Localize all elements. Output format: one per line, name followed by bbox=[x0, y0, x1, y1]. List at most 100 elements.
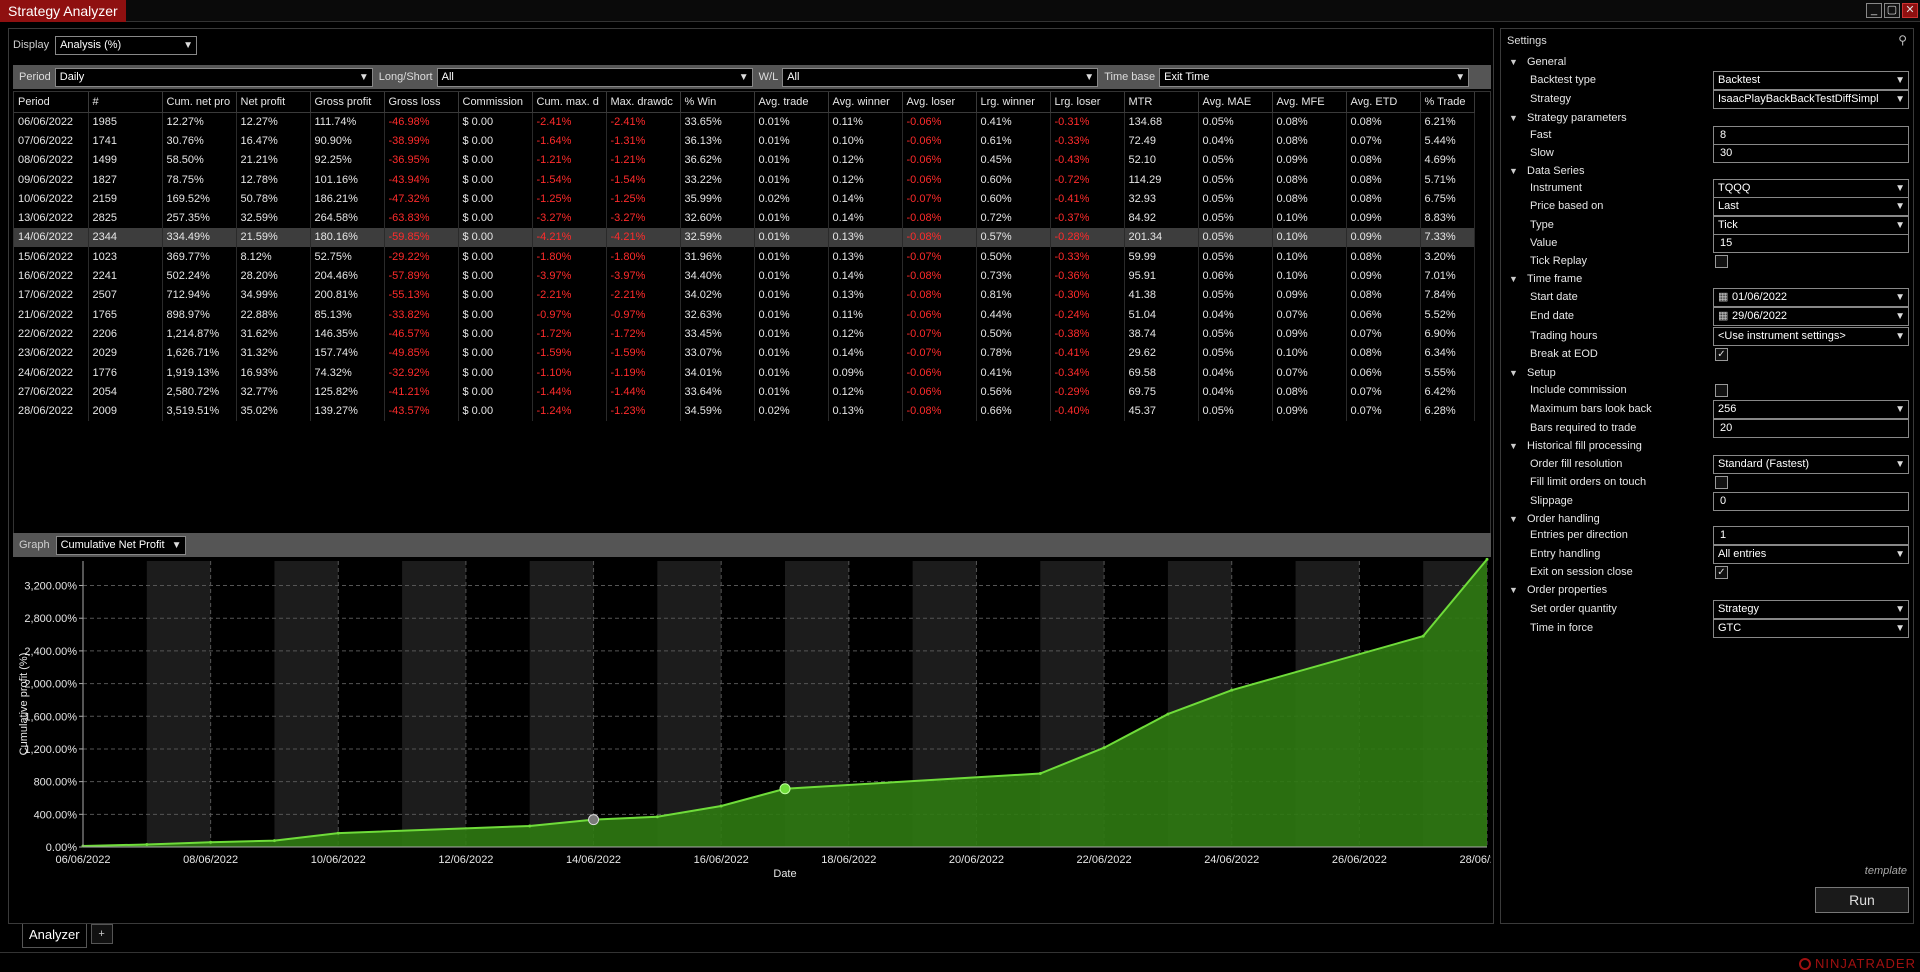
table-row[interactable]: 17/06/2022 2507 712.94% 34.99% 200.81% -55.13… bbox=[14, 285, 1475, 305]
table-row[interactable]: 27/06/2022 2054 2,580.72% 32.77% 125.82% -41.… bbox=[14, 382, 1475, 402]
setting-label: Value bbox=[1530, 237, 1558, 249]
category-label: General bbox=[1527, 56, 1567, 68]
collapse-triangle-icon[interactable]: ▼ bbox=[1509, 113, 1519, 123]
column-header[interactable]: Avg. ETD bbox=[1346, 92, 1421, 113]
setting-label: Type bbox=[1530, 219, 1554, 231]
setting-input[interactable]: 30 bbox=[1713, 144, 1909, 163]
settings-row: Entry handling All entries ▼ bbox=[1501, 545, 1913, 565]
column-header[interactable]: Avg. winner bbox=[828, 92, 903, 113]
settings-row: Type Tick ▼ bbox=[1501, 216, 1913, 236]
data-point bbox=[209, 840, 213, 844]
column-header[interactable]: Net profit bbox=[236, 92, 311, 113]
table-cell: 28.20% bbox=[236, 266, 311, 286]
setting-select[interactable]: Last ▼ bbox=[1713, 197, 1909, 216]
column-header[interactable]: Avg. trade bbox=[754, 92, 829, 113]
date-picker[interactable]: ▦ 01/06/2022 ▼ bbox=[1713, 288, 1909, 307]
column-header[interactable]: Period bbox=[14, 92, 89, 113]
run-button[interactable]: Run bbox=[1815, 887, 1909, 913]
setting-label: Fill limit orders on touch bbox=[1530, 476, 1647, 488]
table-cell: 0.06% bbox=[1198, 266, 1273, 286]
column-header[interactable]: Avg. loser bbox=[902, 92, 977, 113]
minimize-button[interactable]: _ bbox=[1866, 3, 1882, 18]
setting-checkbox[interactable] bbox=[1715, 476, 1728, 489]
table-row[interactable]: 07/06/2022 1741 30.76% 16.47% 90.90% -38.99% $… bbox=[14, 131, 1475, 151]
collapse-triangle-icon[interactable]: ▼ bbox=[1509, 441, 1519, 451]
column-header[interactable]: Gross profit bbox=[310, 92, 385, 113]
column-header[interactable]: Avg. MAE bbox=[1198, 92, 1273, 113]
collapse-triangle-icon[interactable]: ▼ bbox=[1509, 57, 1519, 67]
collapse-triangle-icon[interactable]: ▼ bbox=[1509, 585, 1519, 595]
collapse-triangle-icon[interactable]: ▼ bbox=[1509, 166, 1519, 176]
setting-select[interactable]: GTC ▼ bbox=[1713, 619, 1909, 638]
table-row[interactable]: 13/06/2022 2825 257.35% 32.59% 264.58% -63.83… bbox=[14, 208, 1475, 228]
table-cell: -0.07% bbox=[902, 189, 977, 209]
column-header[interactable]: Cum. net pro bbox=[162, 92, 237, 113]
wl-select[interactable]: All ▼ bbox=[782, 67, 1099, 87]
graph-select[interactable]: Cumulative Net Profit ▼ bbox=[55, 535, 186, 555]
table-row[interactable]: 24/06/2022 1776 1,919.13% 16.93% 74.32% -32.9… bbox=[14, 362, 1475, 383]
table-row[interactable]: 10/06/2022 2159 169.52% 50.78% 186.21% -47.32… bbox=[14, 189, 1475, 209]
setting-select[interactable]: All entries ▼ bbox=[1713, 545, 1909, 564]
table-row[interactable]: 08/06/2022 1499 58.50% 21.21% 92.25% -36.95% $… bbox=[14, 150, 1475, 170]
maximize-button[interactable]: ▢ bbox=[1884, 3, 1900, 18]
column-header[interactable]: Commission bbox=[458, 92, 533, 113]
table-row[interactable]: 09/06/2022 1827 78.75% 12.78% 101.16% -43.94%… bbox=[14, 169, 1475, 190]
graph-value: Cumulative Net Profit bbox=[60, 538, 165, 551]
add-tab-button[interactable]: + bbox=[90, 924, 113, 944]
period-select[interactable]: Daily ▼ bbox=[54, 67, 373, 87]
cumulative-profit-chart[interactable]: 0.00% 400.00% 800.00% 1,200.00% 1,600.00% 2,0… bbox=[13, 557, 1515, 919]
setting-select[interactable]: Tick ▼ bbox=[1713, 216, 1909, 235]
setting-checkbox[interactable]: ✓ bbox=[1715, 566, 1728, 579]
column-header[interactable]: # bbox=[88, 92, 163, 113]
collapse-triangle-icon[interactable]: ▼ bbox=[1509, 514, 1519, 524]
table-row[interactable]: 06/06/2022 1985 12.27% 12.27% 111.74% -46.98%… bbox=[14, 112, 1475, 132]
table-row[interactable]: 22/06/2022 2206 1,214.87% 31.62% 146.35% -46.… bbox=[14, 324, 1475, 344]
settings-category[interactable]: ▼ Order properties bbox=[1501, 581, 1913, 601]
column-header[interactable]: Avg. MFE bbox=[1272, 92, 1347, 113]
setting-checkbox[interactable] bbox=[1715, 255, 1728, 268]
setting-input[interactable]: 8 bbox=[1713, 126, 1909, 145]
close-button[interactable]: ✕ bbox=[1902, 3, 1918, 18]
column-header[interactable]: Gross loss bbox=[384, 92, 459, 113]
setting-checkbox[interactable] bbox=[1715, 384, 1728, 397]
column-header[interactable]: Max. drawdc bbox=[606, 92, 681, 113]
column-header[interactable]: % Trade bbox=[1420, 92, 1475, 113]
column-header[interactable]: Lrg. loser bbox=[1050, 92, 1125, 113]
settings-category[interactable]: ▼ Time frame bbox=[1501, 270, 1913, 290]
table-row[interactable]: 28/06/2022 2009 3,519.51% 35.02% 139.27% -43.… bbox=[14, 401, 1475, 421]
column-header[interactable]: % Win bbox=[680, 92, 755, 113]
table-row[interactable]: 21/06/2022 1765 898.97% 22.88% 85.13% -33.82%… bbox=[14, 304, 1475, 325]
table-row[interactable]: 23/06/2022 2029 1,626.71% 31.32% 157.74% -49.… bbox=[14, 343, 1475, 363]
setting-select[interactable]: 256 ▼ bbox=[1713, 400, 1909, 419]
timebase-select[interactable]: Exit Time ▼ bbox=[1159, 67, 1470, 87]
setting-select[interactable]: IsaacPlayBackBackTestDiffSimpl ▼ bbox=[1713, 90, 1909, 109]
table-cell: 0.02% bbox=[754, 189, 829, 209]
date-picker[interactable]: ▦ 29/06/2022 ▼ bbox=[1713, 307, 1909, 326]
setting-input[interactable]: 0 bbox=[1713, 492, 1909, 511]
setting-input[interactable]: 20 bbox=[1713, 419, 1909, 438]
setting-select[interactable]: Standard (Fastest) ▼ bbox=[1713, 455, 1909, 474]
column-header[interactable]: MTR bbox=[1124, 92, 1199, 113]
display-select[interactable]: Analysis (%) ▼ bbox=[55, 35, 198, 55]
tab-analyzer[interactable]: Analyzer bbox=[22, 924, 87, 948]
settings-category[interactable]: ▼ Historical fill processing bbox=[1501, 437, 1913, 457]
collapse-triangle-icon[interactable]: ▼ bbox=[1509, 274, 1519, 284]
setting-select[interactable]: TQQQ ▼ bbox=[1713, 179, 1909, 198]
setting-checkbox[interactable]: ✓ bbox=[1715, 348, 1728, 361]
setting-select[interactable]: <Use instrument settings> ▼ bbox=[1713, 327, 1909, 346]
table-row[interactable]: 15/06/2022 1023 369.77% 8.12% 52.75% -29.22% $… bbox=[14, 247, 1475, 267]
column-header[interactable]: Lrg. winner bbox=[976, 92, 1051, 113]
setting-input[interactable]: 15 bbox=[1713, 234, 1909, 253]
collapse-triangle-icon[interactable]: ▼ bbox=[1509, 368, 1519, 378]
table-cell: -46.57% bbox=[384, 324, 459, 344]
table-row[interactable]: 14/06/2022 2344 334.49% 21.59% 180.16% -59.85… bbox=[14, 227, 1475, 248]
table-row[interactable]: 16/06/2022 2241 502.24% 28.20% 204.46% -57.89… bbox=[14, 266, 1475, 286]
setting-select[interactable]: Backtest ▼ bbox=[1713, 71, 1909, 90]
pin-icon[interactable]: ⚲ bbox=[1898, 33, 1907, 47]
column-header[interactable]: Cum. max. d bbox=[532, 92, 607, 113]
settings-category[interactable]: ▼ General bbox=[1501, 53, 1913, 73]
setting-select[interactable]: Strategy ▼ bbox=[1713, 600, 1909, 619]
longshort-select[interactable]: All ▼ bbox=[436, 67, 753, 87]
setting-input[interactable]: 1 bbox=[1713, 526, 1909, 545]
template-link[interactable]: template bbox=[1865, 865, 1907, 877]
